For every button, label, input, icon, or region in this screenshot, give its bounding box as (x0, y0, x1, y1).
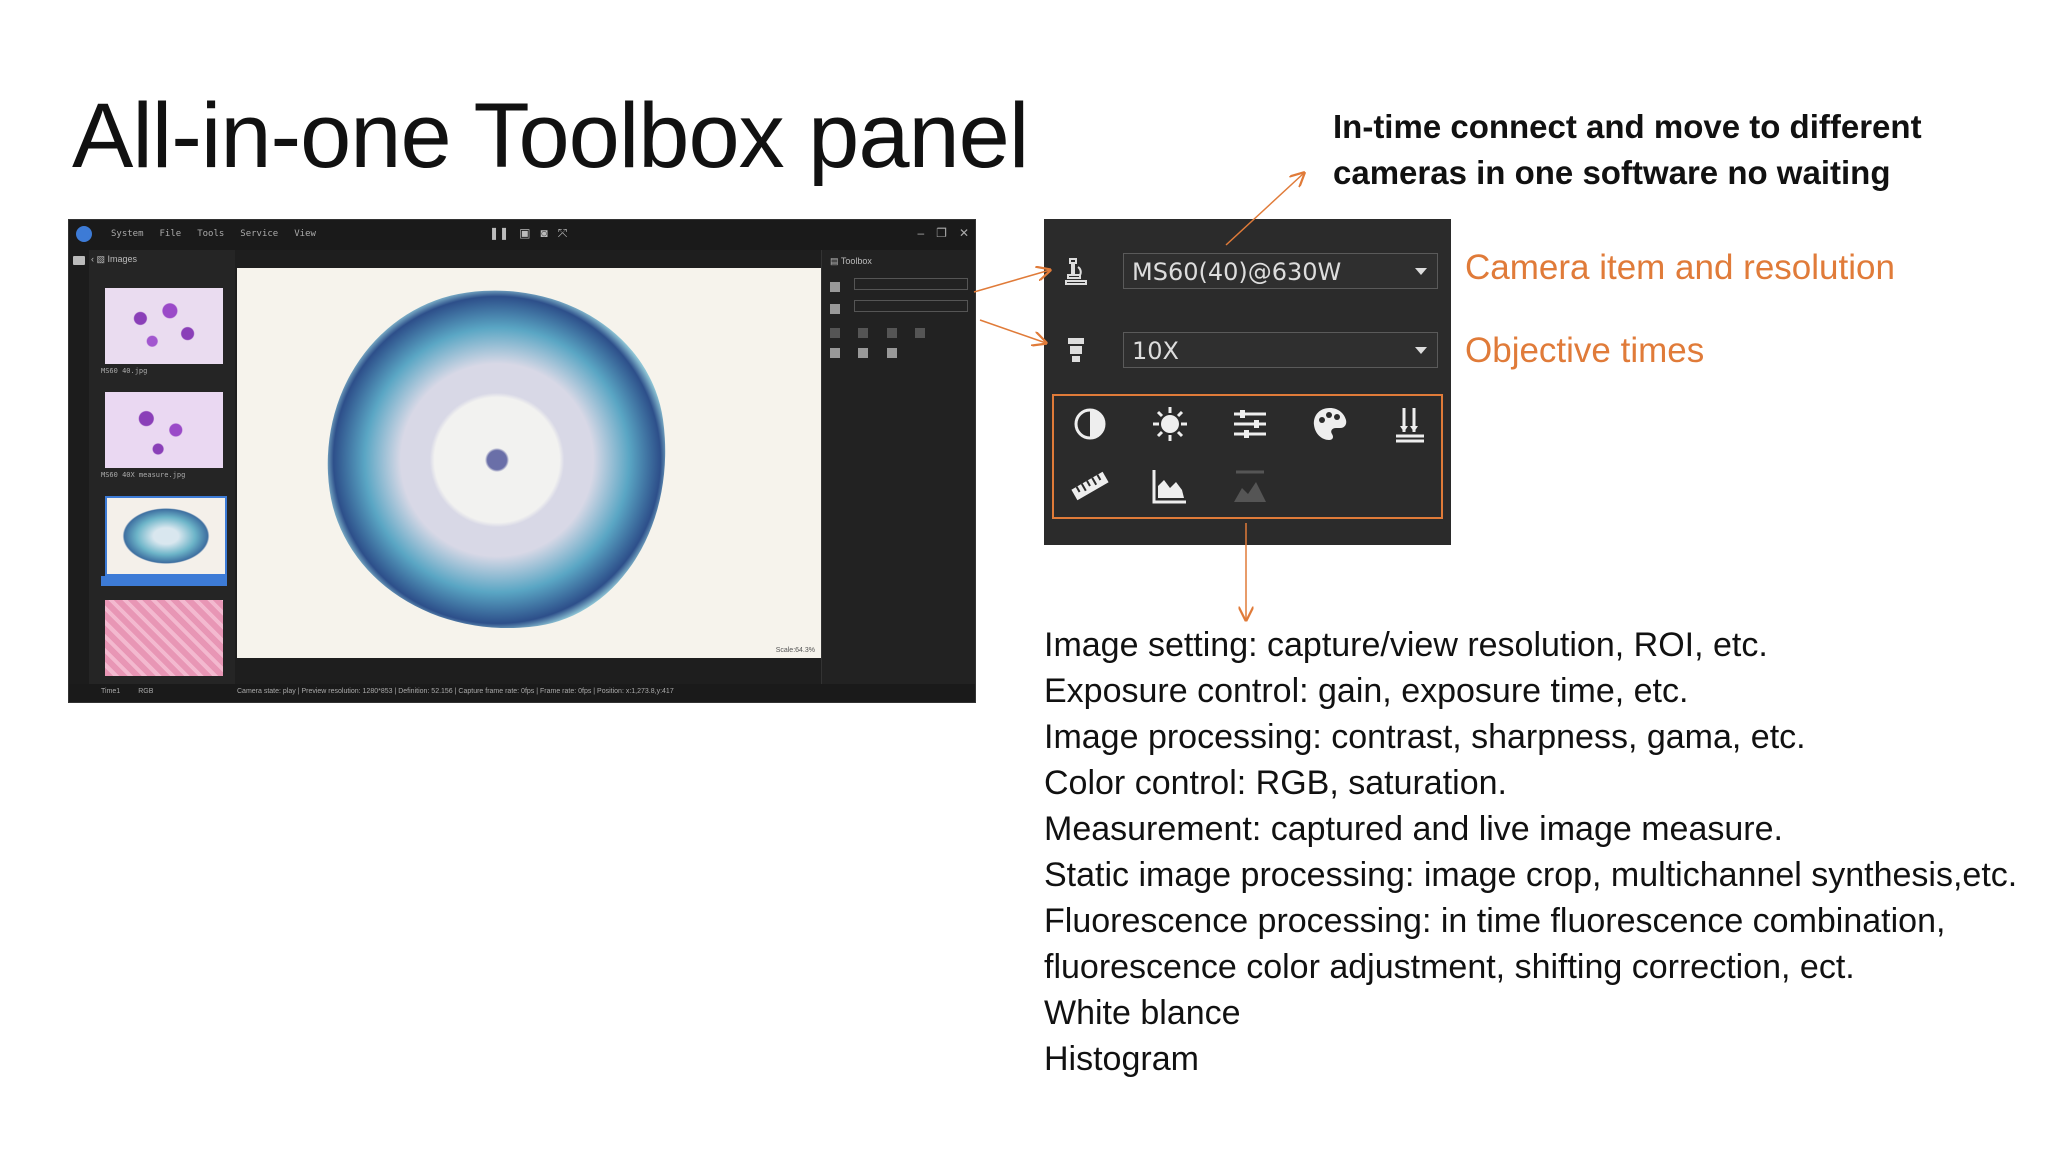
arrow-to-callout (1225, 173, 1304, 246)
arrow-to-camera-row (973, 270, 1050, 293)
callout-arrows (973, 0, 2048, 1152)
arrow-to-objective-row (979, 319, 1046, 343)
